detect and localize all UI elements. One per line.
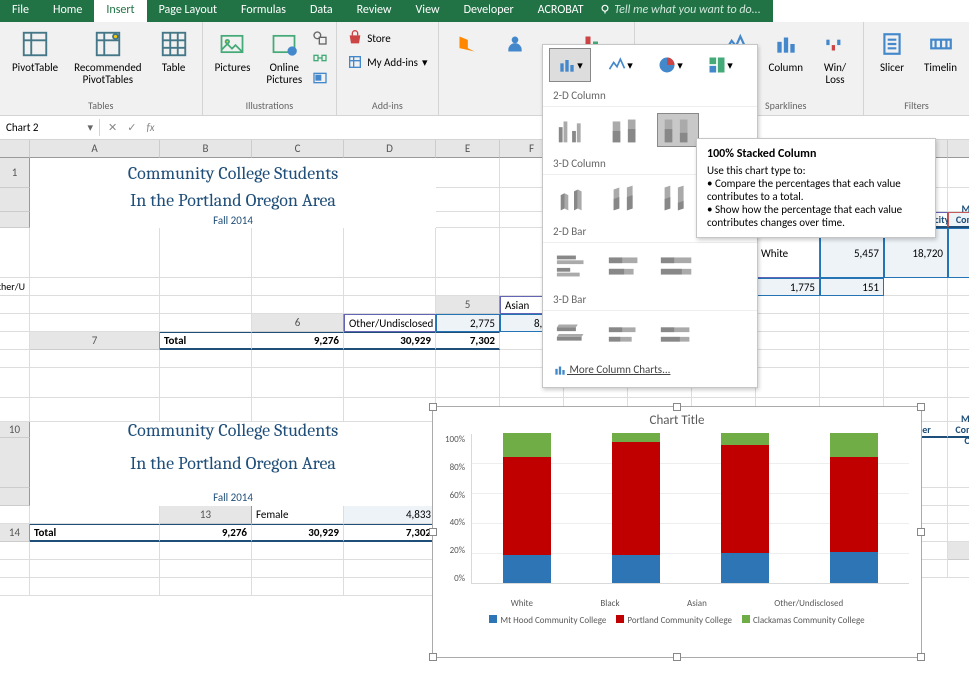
myaddins-button[interactable]: My Add-ins ▾	[347, 54, 427, 70]
pivottable-button[interactable]: PivotTable	[6, 26, 64, 88]
name-box[interactable]: Chart 2	[6, 121, 39, 134]
hierarchy-chart-menu[interactable]: ▾	[699, 48, 741, 82]
screenshot-icon[interactable]	[312, 70, 330, 88]
bar-other	[830, 433, 878, 583]
y-axis: 100%80%60%40%20%0%	[445, 434, 471, 584]
table-button[interactable]: Table	[152, 26, 196, 88]
3d-stacked-column-icon[interactable]	[604, 181, 645, 215]
row-header[interactable]: 1	[0, 158, 30, 188]
enter-icon[interactable]: ✓	[127, 121, 136, 134]
column-chart-menu[interactable]: ▾	[549, 48, 591, 82]
clustered-column-icon[interactable]	[553, 113, 595, 147]
label: OnlinePictures	[266, 62, 302, 86]
formula-bar-row: Chart 2 ▾ ✕ ✓ fx	[0, 116, 969, 140]
tab-file[interactable]: File	[0, 0, 41, 22]
stacked-column-icon[interactable]	[605, 113, 647, 147]
group-addins: Add-ins	[372, 98, 403, 113]
tab-home[interactable]: Home	[41, 0, 94, 22]
tooltip-title: 100% Stacked Column	[707, 147, 925, 161]
store-button[interactable]: Store	[347, 30, 391, 46]
slicer-button[interactable]: Slicer	[870, 26, 914, 76]
clustered-bar-icon[interactable]	[553, 249, 595, 283]
ribbon-tabs: File Home Insert Page Layout Formulas Da…	[0, 0, 969, 22]
tab-review[interactable]: Review	[345, 0, 404, 22]
group-filters: Filters	[904, 98, 929, 113]
tell-me[interactable]: Tell me what you want to do...	[596, 0, 773, 22]
tab-developer[interactable]: Developer	[452, 0, 526, 22]
group-tables: Tables	[88, 98, 113, 113]
3d-100-stacked-bar-icon[interactable]	[657, 317, 699, 351]
select-all-corner[interactable]	[0, 140, 30, 158]
stacked-bar-icon[interactable]	[605, 249, 647, 283]
line-chart-menu[interactable]: ▾	[599, 48, 641, 82]
bar-black	[612, 433, 660, 583]
sparkline-wl-button[interactable]: Win/Loss	[813, 26, 857, 88]
100-stacked-column-icon[interactable]	[657, 113, 699, 147]
timeline-button[interactable]: Timelin	[918, 26, 963, 76]
chart-legend[interactable]: Mt Hood Community College Portland Commu…	[433, 611, 921, 630]
section-3d-bar: 3-D Bar	[543, 289, 757, 311]
more-charts-button[interactable]: More Column Charts...	[543, 357, 757, 383]
smartart-icon[interactable]	[312, 50, 330, 68]
section-2d-column: 2-D Column	[543, 85, 757, 107]
chart-title[interactable]: Chart Title	[433, 413, 921, 428]
col-header[interactable]: A	[30, 140, 160, 158]
bar-white	[503, 433, 551, 583]
3d-100-stacked-column-icon[interactable]	[655, 181, 696, 215]
sparkline-col-button[interactable]: Column	[762, 26, 809, 88]
bar-asian	[721, 433, 769, 583]
group-sparklines: Sparklines	[765, 98, 806, 113]
table1-title: Community College Students	[30, 158, 436, 188]
tab-view[interactable]: View	[404, 0, 452, 22]
pie-chart-menu[interactable]: ▾	[649, 48, 691, 82]
rec-pivot-button[interactable]: RecommendedPivotTables	[68, 26, 147, 88]
pictures-button[interactable]: Pictures	[209, 26, 257, 88]
online-pictures-button[interactable]: OnlinePictures	[260, 26, 308, 88]
group-illustrations: Illustrations	[246, 98, 294, 113]
tab-data[interactable]: Data	[298, 0, 345, 22]
chart-tooltip: 100% Stacked Column Use this chart type …	[696, 138, 936, 238]
tab-insert[interactable]: Insert	[94, 0, 146, 22]
tab-pagelayout[interactable]: Page Layout	[147, 0, 229, 22]
plot-area[interactable]	[471, 434, 909, 584]
ribbon: PivotTable RecommendedPivotTables Table …	[0, 22, 969, 116]
shapes-icon[interactable]	[312, 30, 330, 48]
fx-icon[interactable]: fx	[146, 121, 154, 134]
x-axis: WhiteBlackAsianOther/Undisclosed	[433, 594, 921, 611]
bing-maps-button[interactable]	[445, 26, 489, 62]
chart-object[interactable]: Chart Title 100%80%60%40%20%0% WhiteBlac…	[432, 406, 922, 658]
3d-clustered-column-icon[interactable]	[553, 181, 594, 215]
people-graph-button[interactable]	[493, 26, 537, 62]
3d-stacked-bar-icon[interactable]	[605, 317, 647, 351]
cancel-icon[interactable]: ✕	[108, 121, 117, 134]
label: Win/Loss	[824, 62, 846, 86]
name-dropdown-icon[interactable]: ▾	[87, 121, 93, 134]
100-stacked-bar-icon[interactable]	[657, 249, 699, 283]
label: RecommendedPivotTables	[74, 62, 141, 86]
tab-formulas[interactable]: Formulas	[229, 0, 298, 22]
3d-clustered-bar-icon[interactable]	[553, 317, 595, 351]
tab-acrobat[interactable]: ACROBAT	[526, 0, 596, 22]
